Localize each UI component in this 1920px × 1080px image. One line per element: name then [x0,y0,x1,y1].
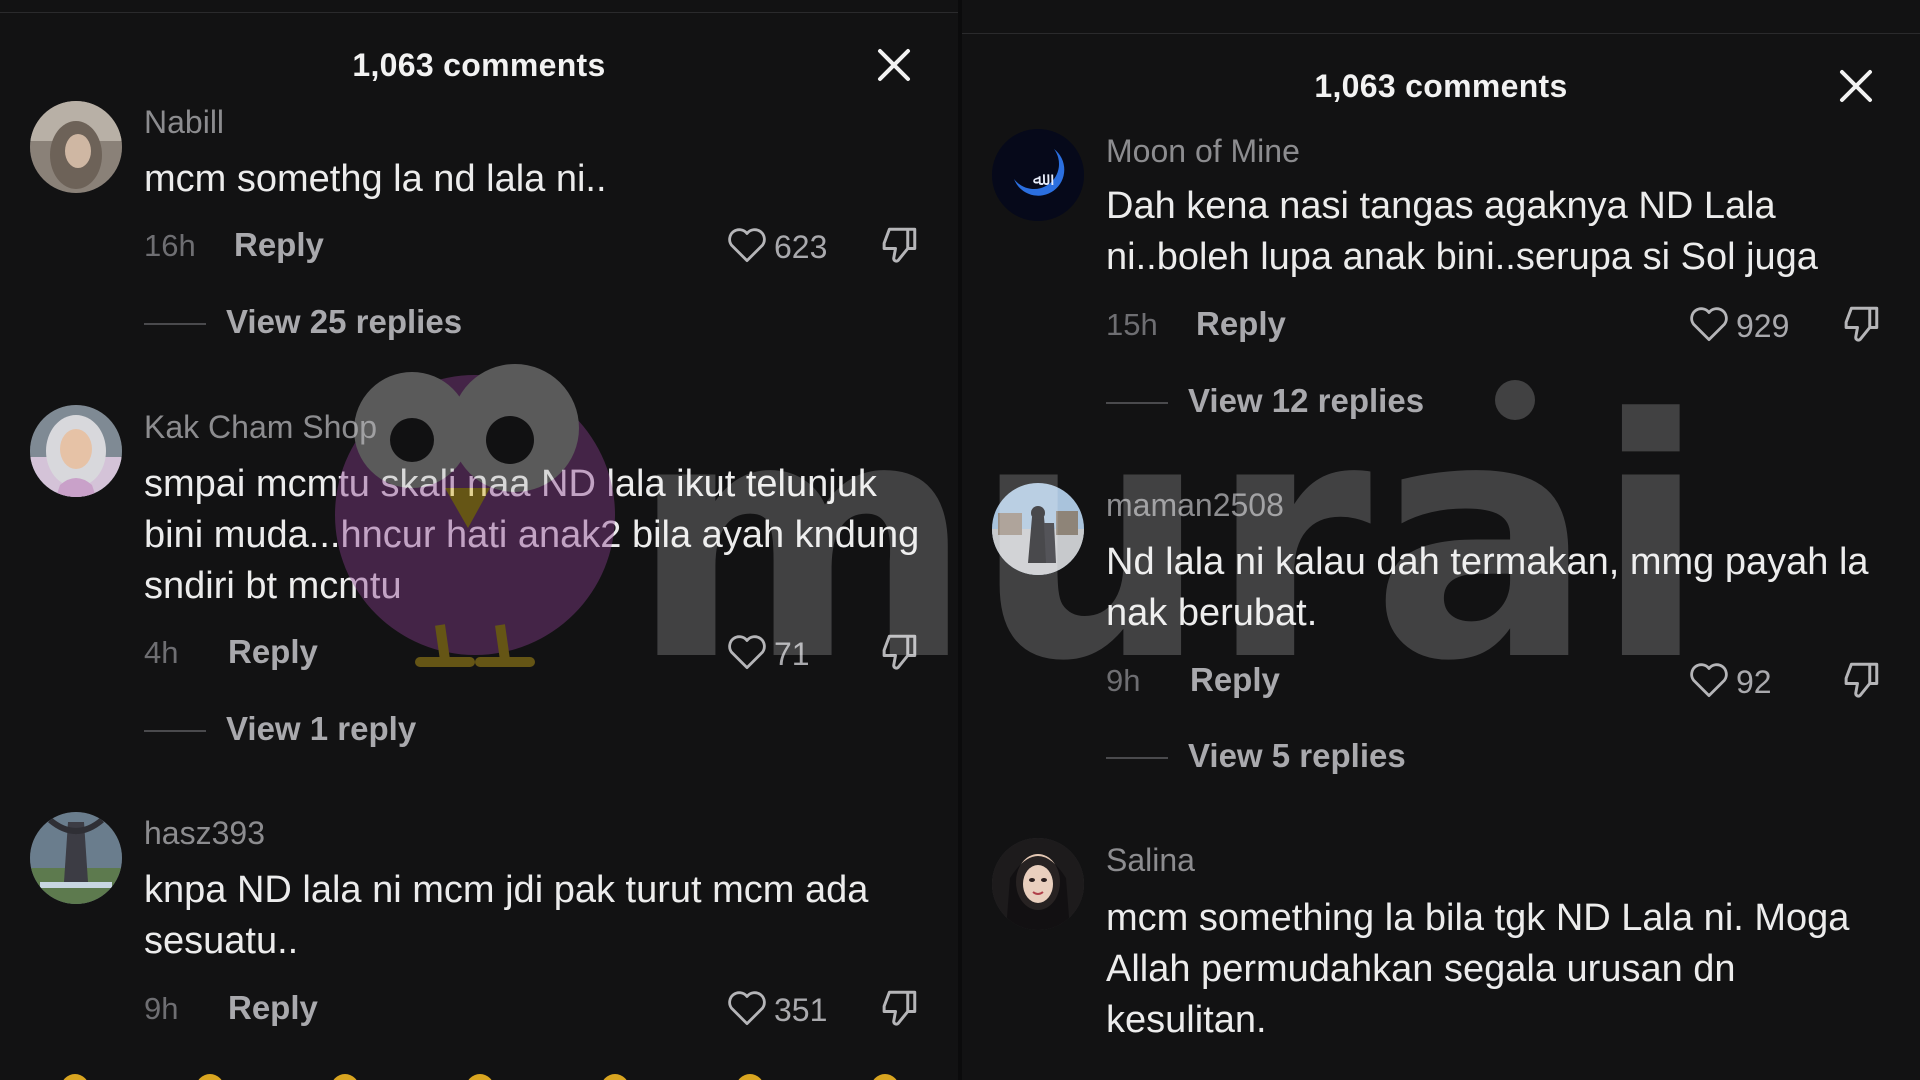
username[interactable]: hasz393 [144,815,265,852]
dislike-button[interactable] [878,631,922,675]
close-button[interactable] [874,45,914,85]
avatar[interactable] [30,405,122,497]
username[interactable]: maman2508 [1106,487,1284,524]
avatar[interactable] [30,101,122,193]
heart-outline-icon [728,228,766,263]
like-count: 929 [1736,308,1790,344]
top-border [0,12,958,13]
comments-count-title: 1,063 comments [1314,68,1568,104]
like-count: 623 [774,229,828,265]
timestamp: 4h [144,635,179,670]
view-replies-label: View 12 replies [1188,382,1425,419]
avatar[interactable] [992,483,1084,575]
username[interactable]: Kak Cham Shop [144,409,377,446]
heart-outline-icon [1690,663,1728,698]
replies-divider [1106,757,1168,759]
username[interactable]: Nabill [144,104,224,141]
replies-divider [144,730,206,732]
comment-text: mcm something la bila tgk ND Lala ni. Mo… [1106,897,1850,1041]
reply-button[interactable]: Reply [228,633,318,671]
timestamp: 9h [144,991,179,1026]
like-count: 92 [1736,664,1772,700]
timestamp: 9h [1106,663,1141,698]
thumbs-down-icon [1844,662,1879,698]
comments-panel-left: 1,063 comments Nabill mcm somethg la nd … [0,0,958,1080]
comment-text: Nd lala ni kalau dah termakan, mmg payah… [1106,541,1869,634]
thumbs-down-icon [882,634,917,670]
replies-divider [144,323,206,325]
avatar[interactable] [992,838,1084,930]
comments-count-title: 1,063 comments [352,47,606,83]
emoji-bar-edge [63,1074,897,1080]
like-count: 71 [774,636,810,672]
thumbs-down-icon [882,990,917,1026]
close-icon [878,49,910,81]
avatar[interactable] [30,812,122,904]
username[interactable]: Salina [1106,842,1195,879]
view-replies-label: View 5 replies [1188,737,1406,774]
heart-outline-icon [728,991,766,1026]
heart-outline-icon [1690,307,1728,342]
comment-actions: 9h Reply 92 [1106,659,1920,703]
comment-text: mcm somethg la nd lala ni.. [144,158,607,200]
reply-button[interactable]: Reply [228,989,318,1027]
view-replies-label: View 25 replies [226,303,463,340]
comments-panel-right: 1,063 comments ﷲ Moon of Mine Dah kena n… [962,0,1920,1080]
view-replies-label: View 1 reply [226,710,417,747]
heart-outline-icon [728,635,766,670]
dislike-button[interactable] [1840,659,1884,703]
reply-button[interactable]: Reply [234,226,324,264]
comment-text: knpa ND lala ni mcm jdi pak turut mcm ad… [144,869,869,962]
dislike-button[interactable] [878,224,922,268]
like-count: 351 [774,992,828,1028]
close-button[interactable] [1836,66,1876,106]
avatar[interactable]: ﷲ [992,129,1084,221]
replies-divider [1106,402,1168,404]
dislike-button[interactable] [1840,303,1884,347]
comment-text: Dah kena nasi tangas agaknya ND Lala ni.… [1106,185,1818,278]
timestamp: 15h [1106,307,1158,342]
comment-actions: 16h Reply 623 [144,224,958,268]
comment-text: smpai mcmtu skali naa ND lala ikut telun… [144,463,920,607]
username[interactable]: Moon of Mine [1106,133,1300,170]
dislike-button[interactable] [878,987,922,1031]
comment-actions: 4h Reply 71 [144,631,958,675]
thumbs-down-icon [1844,306,1879,342]
top-border [962,33,1920,34]
timestamp: 16h [144,228,196,263]
close-icon [1840,70,1872,102]
reply-button[interactable]: Reply [1190,661,1280,699]
comment-actions: 15h Reply 929 [1106,303,1920,347]
comment-actions: 9h Reply 351 [144,987,958,1031]
reply-button[interactable]: Reply [1196,305,1286,343]
thumbs-down-icon [882,227,917,263]
